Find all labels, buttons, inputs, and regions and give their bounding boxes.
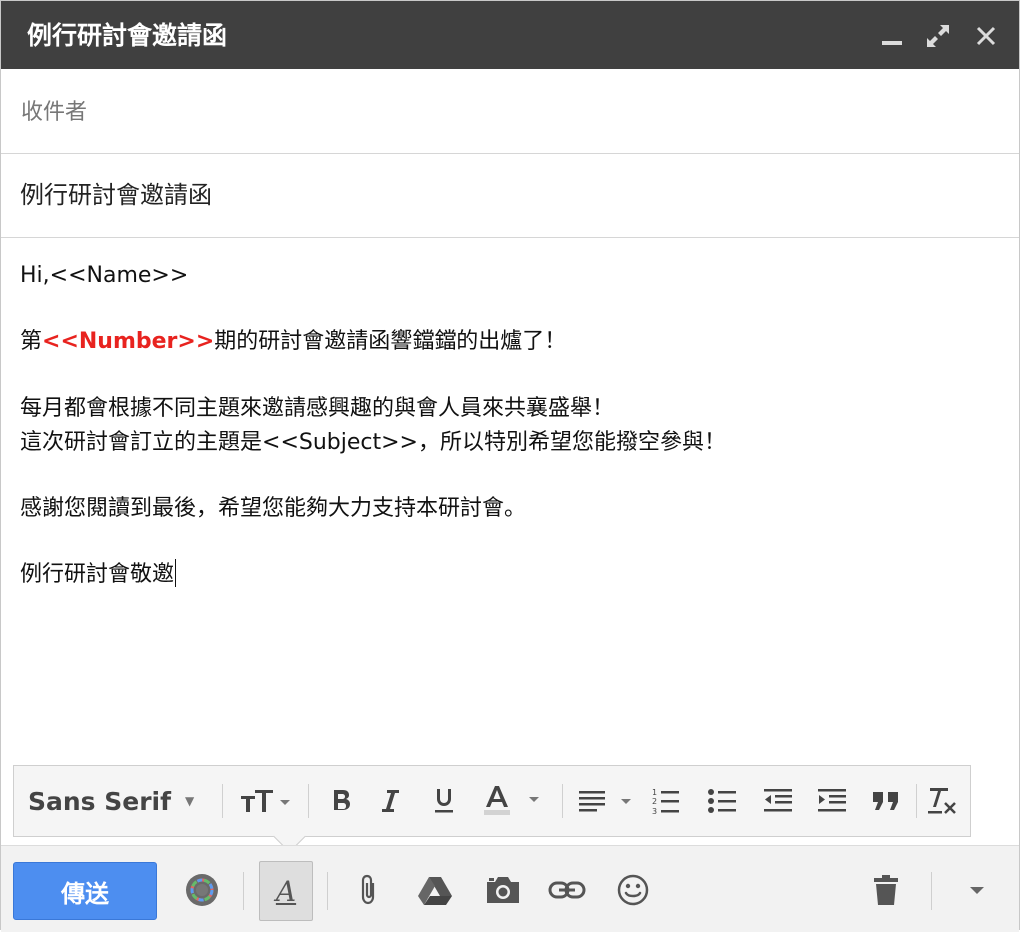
font-family-select[interactable]: Sans Serif ▼ [28,766,228,836]
more-options-icon [970,887,984,894]
subject-prefix: 這次研討會訂立的主題是 [20,430,263,455]
chevron-down-icon: ▼ [185,794,195,808]
name-variable: <<Name>> [49,263,189,288]
trash-icon [874,875,898,905]
drive-icon [418,877,452,905]
close-icon [976,26,996,46]
number-variable: <<Number>> [42,329,215,354]
subject-variable: <<Subject>> [262,430,418,455]
camera-icon [487,877,519,903]
indent-less-icon [764,789,792,812]
emoji-icon [617,874,649,906]
subject-line: 這次研討會訂立的主題是<<Subject>>，所以特別希望您能撥空參與！ [20,426,990,460]
camera-button[interactable] [477,860,529,920]
signature-line: 例行研討會敬邀 [20,558,990,592]
formatting-toolbar: Sans Serif ▼ 1 2 3 [13,765,971,837]
greeting-line: Hi,<<Name>> [20,259,990,293]
compose-bottom-toolbar: 傳送 A [1,845,1019,932]
more-options-button[interactable] [957,860,997,920]
align-button[interactable] [574,766,638,836]
to-row [1,69,1019,154]
issue-line: 第<<Number>>期的研討會邀請函響鐺鐺的出爐了！ [20,325,990,359]
numbered-list-icon: 1 2 3 [652,788,679,816]
subject-field[interactable]: 例行研討會邀請函 [20,178,212,212]
paragraph-intro: 每月都會根據不同主題來邀請感興趣的與會人員來共襄盛舉！ [20,396,615,421]
italic-icon [382,790,399,812]
minimize-icon [882,41,902,45]
close-button[interactable] [969,19,1003,53]
font-size-button[interactable] [234,766,298,836]
minimize-button[interactable] [875,19,909,53]
italic-button[interactable] [368,766,412,836]
bulleted-list-button[interactable] [698,766,746,836]
remove-formatting-icon [928,788,956,814]
issue-suffix: 期的研討會邀請函響鐺鐺的出爐了！ [214,329,567,354]
formatting-toggle-button[interactable]: A [259,861,313,921]
link-icon [548,881,586,899]
emoji-button[interactable] [607,860,659,920]
indent-more-icon [818,789,846,812]
smart-compose-button[interactable] [177,860,227,920]
numbered-list-button[interactable]: 1 2 3 [642,766,690,836]
text-color-icon [484,786,539,815]
paragraph-thanks: 感謝您閱讀到最後，希望您能夠大力支持本研討會。 [20,496,527,521]
text-color-button[interactable] [478,766,554,836]
message-body[interactable]: Hi,<<Name>> 第<<Number>>期的研討會邀請函響鐺鐺的出爐了！ … [20,259,990,592]
attach-icon [361,874,375,905]
formatting-toggle-icon: A [275,874,297,908]
indent-more-button[interactable] [808,766,856,836]
expand-icon [927,25,949,47]
subject-suffix: ，所以特別希望您能撥空參與！ [418,430,727,455]
quote-button[interactable] [862,766,910,836]
to-field[interactable] [21,97,981,127]
bold-button[interactable] [320,766,364,836]
compose-window: 例行研討會邀請函 例行研討會邀請函 Hi,<<Name>> 第<<Number>… [0,0,1020,932]
bulleted-list-icon [708,789,736,813]
svg-text:1: 1 [652,788,657,797]
indent-less-button[interactable] [754,766,802,836]
send-button[interactable]: 傳送 [13,862,157,920]
smart-compose-icon [186,874,218,906]
underline-icon [435,789,453,813]
link-button[interactable] [541,860,593,920]
drive-button[interactable] [409,860,461,920]
svg-text:3: 3 [652,807,657,816]
align-icon [579,791,631,812]
remove-formatting-button[interactable] [918,766,966,836]
bold-icon [334,790,350,810]
subject-row[interactable]: 例行研討會邀請函 [1,154,1019,238]
greeting-prefix: Hi, [20,263,50,288]
signature: 例行研討會敬邀 [20,562,175,587]
compose-title: 例行研討會邀請函 [27,21,228,50]
svg-text:2: 2 [652,797,657,806]
font-family-label: Sans Serif [28,786,171,816]
quote-icon [873,792,898,810]
text-caret [175,559,177,587]
underline-button[interactable] [422,766,466,836]
attach-button[interactable] [345,860,391,920]
issue-prefix: 第 [20,329,43,354]
expand-button[interactable] [921,19,955,53]
font-size-icon [241,790,290,812]
discard-draft-button[interactable] [863,860,909,920]
compose-titlebar[interactable]: 例行研討會邀請函 [1,1,1019,69]
